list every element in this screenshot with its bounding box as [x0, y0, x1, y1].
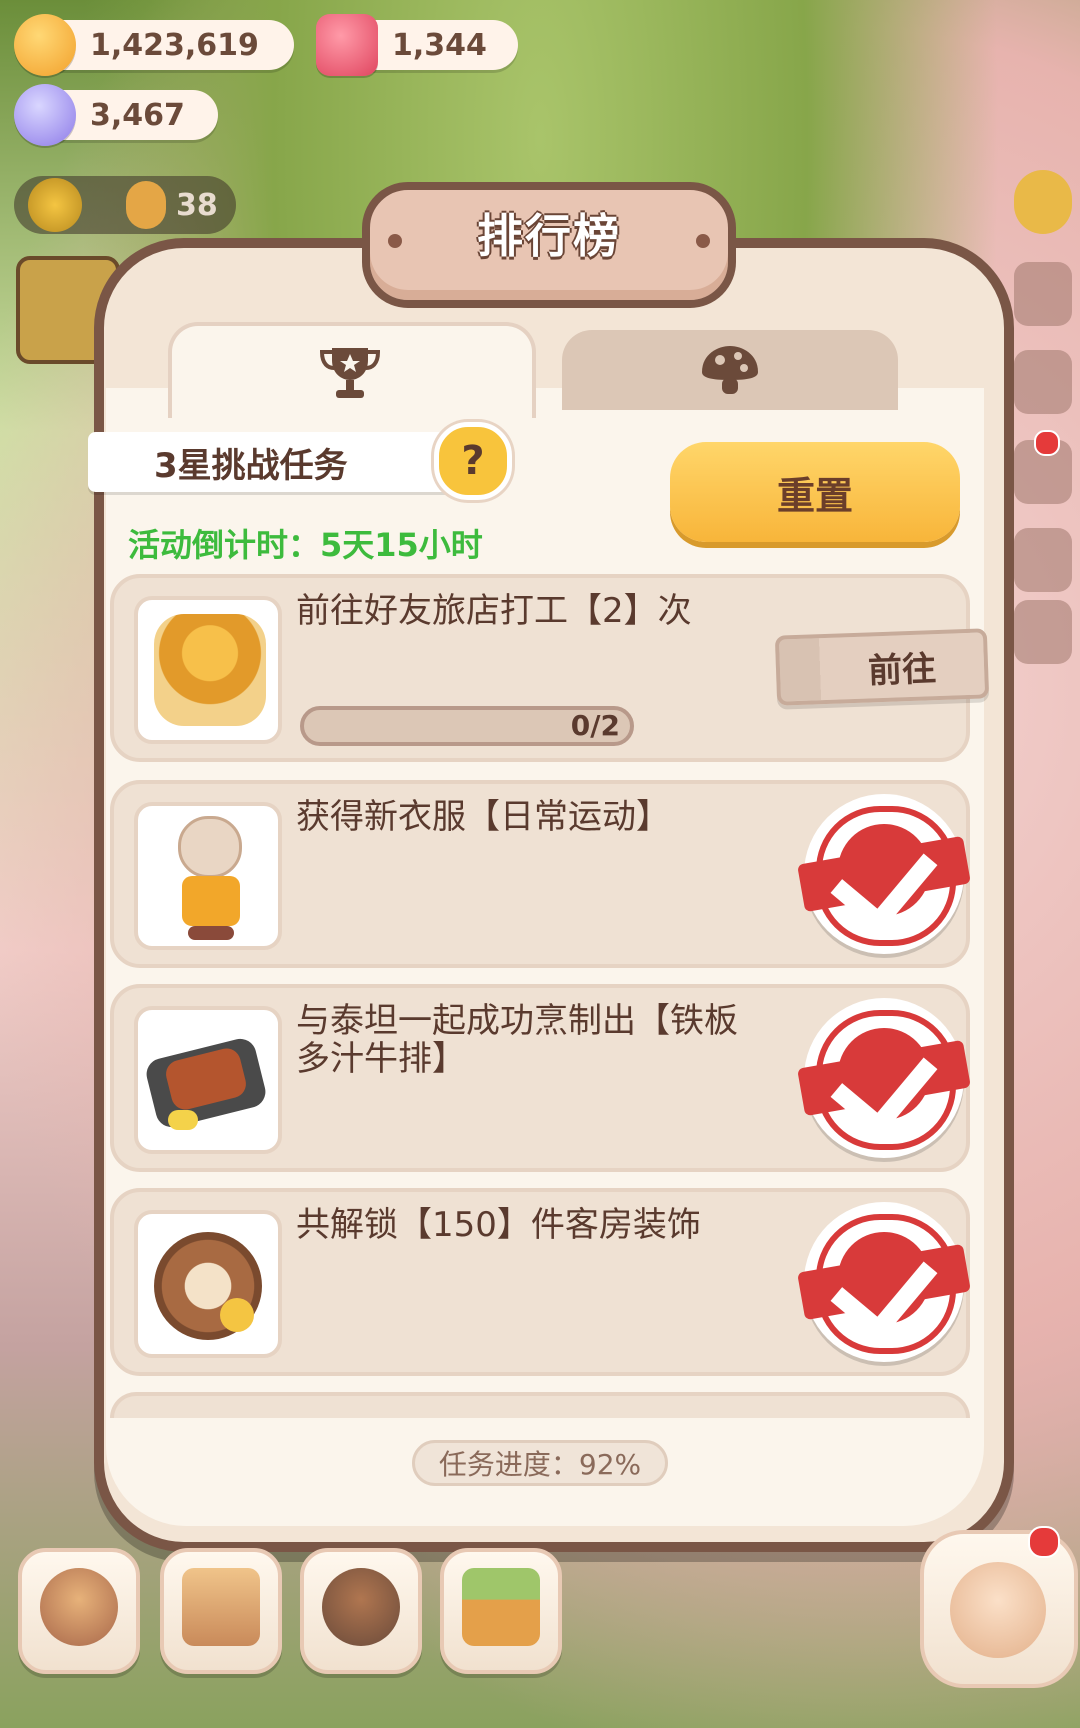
nav-shop-button[interactable] — [440, 1548, 562, 1674]
trophy-icon — [319, 348, 381, 398]
help-button[interactable]: ? — [434, 422, 512, 500]
mushroom-icon — [702, 346, 758, 394]
page-title: 排行榜 — [477, 209, 621, 263]
task-text: 前往好友旅店打工【2】次 — [296, 591, 692, 631]
cookie-coin-icon — [14, 14, 76, 76]
task-text: 共解锁【150】件客房装饰 — [296, 1205, 701, 1245]
completed-stamp — [797, 794, 971, 954]
nav-home-button[interactable] — [18, 1548, 140, 1674]
room-decoration-badge-icon — [134, 1210, 282, 1358]
task-progress-bar: 0/2 — [300, 706, 634, 746]
gear-icon[interactable] — [1014, 170, 1072, 234]
purple-gem-icon — [14, 84, 76, 146]
shop-stall-icon — [462, 1568, 540, 1646]
character-portrait-icon — [322, 1568, 400, 1646]
purple-gem-value: 3,467 — [90, 97, 185, 133]
side-event-icon-5[interactable] — [1014, 600, 1072, 664]
level-value: 38 — [176, 187, 218, 223]
completed-stamp — [797, 998, 971, 1158]
red-gem-icon — [316, 14, 378, 76]
coin-value: 1,423,619 — [90, 27, 259, 63]
red-gem-counter[interactable]: 1,344 — [316, 14, 518, 76]
task-card-1: 前往好友旅店打工【2】次 0/2 前往 — [110, 574, 990, 762]
task-card-2: 获得新衣服【日常运动】 — [110, 780, 971, 968]
sun-icon — [28, 178, 82, 232]
task-card-3: 与泰坦一起成功烹制出【铁板多汁牛排】 — [110, 984, 971, 1172]
side-event-icon-4[interactable] — [1014, 528, 1072, 592]
notification-dot — [1028, 1526, 1060, 1558]
character-mini-icon — [126, 181, 166, 229]
worker-character-icon — [134, 596, 282, 744]
side-event-icon-2[interactable] — [1014, 350, 1072, 414]
task-card-4: 共解锁【150】件客房装饰 — [110, 1188, 971, 1376]
event-countdown: 活动倒计时：5天15小时 — [128, 526, 483, 564]
task-text: 获得新衣服【日常运动】 — [296, 797, 670, 837]
nav-notebook-button[interactable] — [160, 1548, 282, 1674]
purple-gem-counter[interactable]: 3,467 — [14, 84, 218, 146]
tab-trophy[interactable] — [168, 322, 536, 418]
completed-stamp — [797, 1202, 971, 1362]
notebook-icon — [182, 1568, 260, 1646]
task-card-partial — [110, 1392, 970, 1418]
coin-counter[interactable]: 1,423,619 — [14, 14, 294, 76]
task-text: 与泰坦一起成功烹制出【铁板多汁牛排】 — [296, 1001, 738, 1079]
tab-mushroom[interactable] — [562, 330, 898, 410]
red-gem-value: 1,344 — [392, 27, 487, 63]
nav-character-button[interactable] — [300, 1548, 422, 1674]
level-indicator[interactable]: 38 — [14, 176, 236, 234]
steak-dish-icon — [134, 1006, 282, 1154]
notification-dot — [1034, 430, 1060, 456]
goto-button[interactable]: 前往 — [774, 628, 990, 706]
mascot-icon — [950, 1562, 1046, 1658]
side-event-icon-1[interactable] — [1014, 262, 1072, 326]
task-progress-summary: 任务进度：92% — [412, 1440, 668, 1486]
mushroom-house-icon — [40, 1568, 118, 1646]
reset-button[interactable]: 重置 — [670, 442, 960, 542]
outfit-doll-icon — [134, 802, 282, 950]
